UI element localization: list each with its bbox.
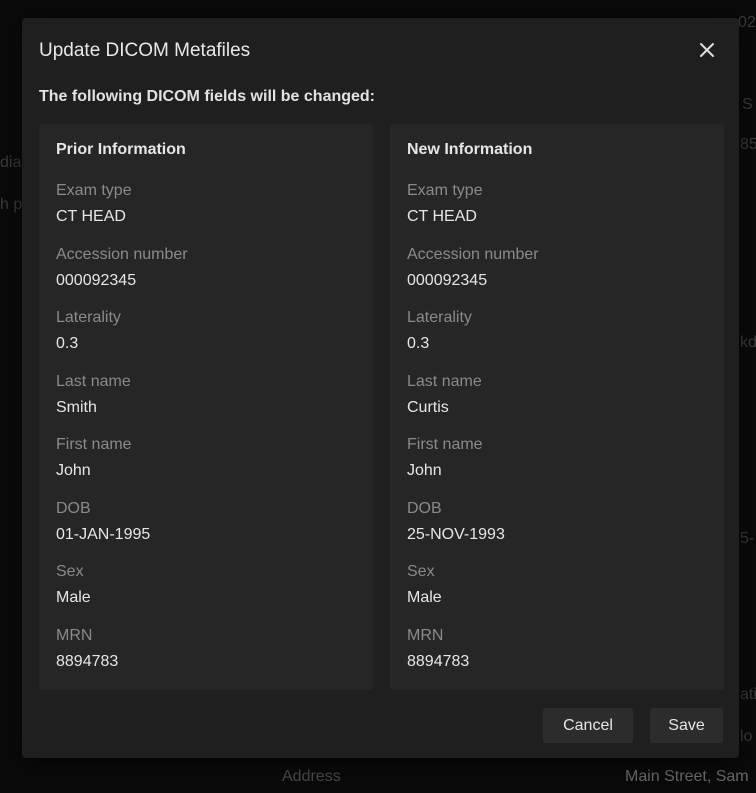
field-value: Male — [56, 589, 91, 606]
field-label: Sex — [407, 563, 435, 580]
field-label: First name — [407, 436, 483, 453]
prior-field-sex: Sex Male — [56, 562, 356, 626]
background-text: dia — [0, 154, 22, 171]
background-text: ati — [740, 686, 756, 703]
field-label: Laterality — [56, 309, 121, 326]
field-value: Curtis — [407, 398, 449, 416]
background-text: 5- — [740, 530, 755, 547]
background-text: kd — [740, 334, 756, 351]
background-address-value: Main Street, Sam — [625, 768, 749, 785]
new-field-exam-type: Exam type CT HEAD — [407, 181, 707, 245]
new-field-last-name: Last name Curtis — [407, 372, 707, 436]
background-text: h p — [0, 196, 23, 213]
background-address-label: Address — [282, 768, 341, 785]
prior-information-panel: Prior Information Exam type CT HEAD Acce… — [39, 124, 373, 690]
prior-field-mrn: MRN 8894783 — [56, 626, 356, 690]
update-dicom-dialog: Update DICOM Metafiles The following DIC… — [22, 18, 739, 758]
field-label: Accession number — [407, 245, 539, 263]
new-information-title: New Information — [407, 141, 533, 158]
new-field-dob: DOB 25-NOV-1993 — [407, 499, 707, 563]
cancel-button[interactable]: Cancel — [543, 708, 633, 743]
field-label: First name — [56, 436, 132, 453]
dialog-title: Update DICOM Metafiles — [39, 40, 251, 61]
field-label: Last name — [407, 372, 482, 390]
field-value: John — [407, 462, 442, 479]
dialog-subtitle: The following DICOM fields will be chang… — [39, 88, 376, 105]
field-label: Exam type — [407, 182, 483, 199]
field-value: 0.3 — [56, 335, 79, 352]
field-value: CT HEAD — [407, 208, 477, 225]
prior-field-last-name: Last name Smith — [56, 372, 356, 436]
field-label: MRN — [407, 626, 444, 644]
prior-field-laterality: Laterality 0.3 — [56, 308, 356, 372]
prior-field-exam-type: Exam type CT HEAD — [56, 181, 356, 245]
close-icon — [700, 43, 714, 57]
prior-field-dob: DOB 01-JAN-1995 — [56, 499, 356, 563]
field-value: 0.3 — [407, 335, 430, 352]
save-button[interactable]: Save — [650, 708, 723, 743]
field-value: Male — [407, 589, 442, 606]
field-value: 8894783 — [56, 652, 119, 670]
field-label: Laterality — [407, 309, 472, 326]
field-value: 000092345 — [407, 271, 488, 289]
field-label: Exam type — [56, 182, 132, 199]
field-value: John — [56, 462, 91, 479]
field-value: 8894783 — [407, 652, 470, 670]
field-label: Accession number — [56, 245, 188, 263]
field-label: DOB — [56, 499, 91, 517]
field-value: CT HEAD — [56, 208, 126, 225]
field-value: Smith — [56, 398, 97, 416]
field-label: Last name — [56, 372, 131, 390]
background-text: S — [742, 96, 753, 113]
close-button[interactable] — [697, 40, 717, 60]
background-text: 02- — [738, 14, 756, 31]
new-field-laterality: Laterality 0.3 — [407, 308, 707, 372]
prior-information-title: Prior Information — [56, 141, 186, 158]
field-value: 25-NOV-1993 — [407, 525, 505, 543]
field-label: MRN — [56, 626, 93, 644]
background-text: lo — [740, 728, 753, 745]
new-information-panel: New Information Exam type CT HEAD Access… — [390, 124, 724, 690]
field-label: DOB — [407, 499, 442, 517]
prior-field-first-name: First name John — [56, 435, 356, 499]
new-field-mrn: MRN 8894783 — [407, 626, 707, 690]
new-field-first-name: First name John — [407, 435, 707, 499]
new-field-sex: Sex Male — [407, 562, 707, 626]
background-text: 85 — [740, 136, 756, 153]
new-field-accession-number: Accession number 000092345 — [407, 245, 707, 309]
prior-field-accession-number: Accession number 000092345 — [56, 245, 356, 309]
field-label: Sex — [56, 563, 84, 580]
field-value: 01-JAN-1995 — [56, 525, 151, 543]
field-value: 000092345 — [56, 271, 137, 289]
